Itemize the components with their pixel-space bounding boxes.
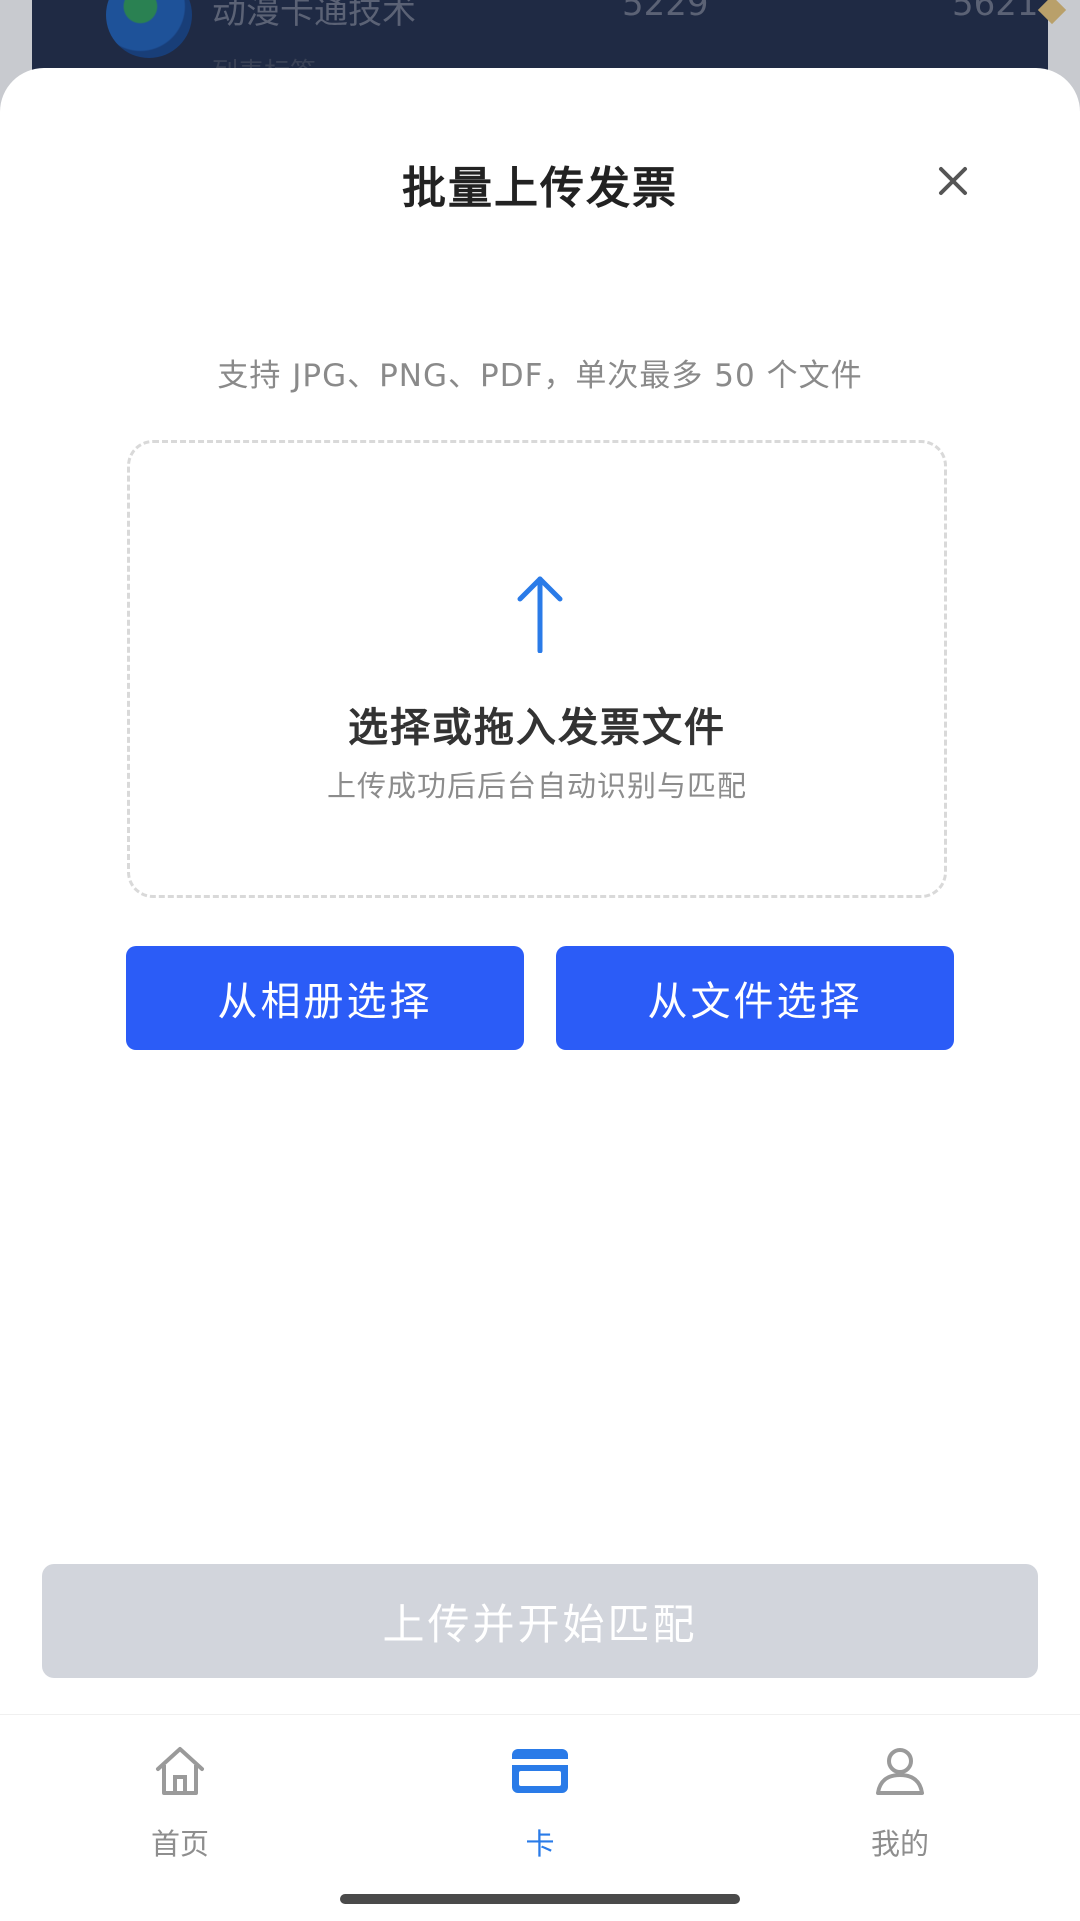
- upload-sheet: 批量上传发票 支持 JPG、PNG、PDF，单次最多 50 个文件 选择或拖入发…: [0, 68, 1080, 1920]
- tab-home-label: 首页: [150, 1827, 209, 1861]
- tab-mine[interactable]: 我的: [820, 1741, 980, 1871]
- sheet-title: 批量上传发票: [402, 163, 678, 214]
- file-type-hint: 支持 JPG、PNG、PDF，单次最多 50 个文件: [217, 358, 863, 394]
- close-button[interactable]: [928, 156, 978, 206]
- file-dropzone[interactable]: 选择或拖入发票文件 上传成功后后台自动识别与匹配: [127, 440, 947, 898]
- dropzone-title: 选择或拖入发票文件: [348, 705, 726, 751]
- tab-card-label: 卡: [525, 1827, 555, 1861]
- close-icon: [939, 167, 967, 195]
- background-row-name: 动漫卡通技术: [212, 0, 416, 32]
- choose-from-files-button[interactable]: 从文件选择: [556, 946, 954, 1050]
- home-icon: [156, 1747, 204, 1795]
- choose-from-album-button[interactable]: 从相册选择: [126, 946, 524, 1050]
- bottom-tab-bar: 首页 卡 我的: [0, 1714, 1080, 1921]
- card-icon: [512, 1749, 568, 1793]
- home-indicator[interactable]: [340, 1894, 740, 1904]
- user-icon: [876, 1748, 924, 1795]
- dropzone-subtitle: 上传成功后后台自动识别与匹配: [326, 769, 747, 803]
- tab-card[interactable]: 卡: [460, 1741, 620, 1871]
- tab-home[interactable]: 首页: [100, 1741, 260, 1871]
- background-value-b: 5621: [952, 0, 1039, 24]
- company-logo: [106, 0, 192, 58]
- upload-and-match-button[interactable]: 上传并开始匹配: [42, 1564, 1038, 1678]
- upload-arrow-icon: [517, 576, 563, 653]
- tab-mine-label: 我的: [870, 1827, 929, 1861]
- background-value-a: 5229: [622, 0, 709, 24]
